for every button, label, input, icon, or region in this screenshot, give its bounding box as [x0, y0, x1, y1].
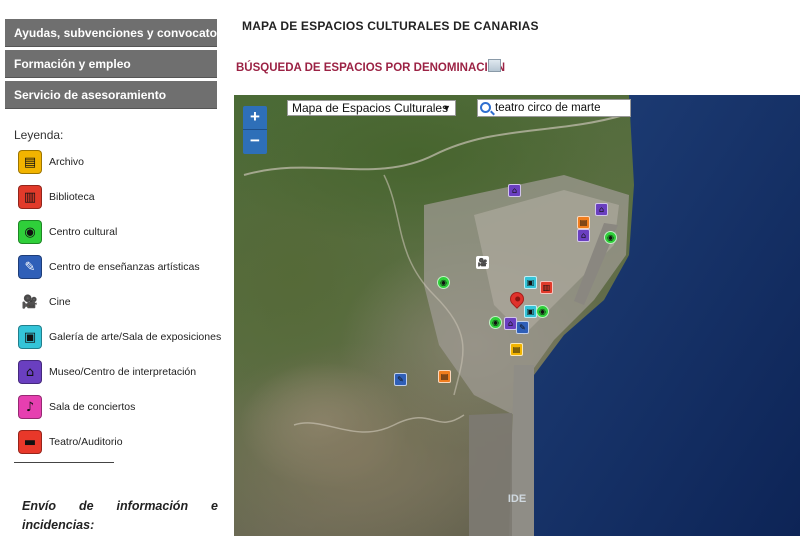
- picture-icon: ▣: [18, 325, 42, 349]
- map-zoom-control: + −: [243, 106, 267, 154]
- sidebar: Ayudas, subvenciones y convocatorias For…: [0, 0, 225, 548]
- cultural-center-marker[interactable]: ◉: [489, 316, 502, 329]
- legend-item-galeria: ▣ Galería de arte/Sala de exposiciones: [18, 324, 223, 352]
- search-heading: BÚSQUEDA DE ESPACIOS POR DENOMINACIÓN: [236, 62, 505, 74]
- stage-icon: ▬: [18, 430, 42, 454]
- archive-icon: ▤: [18, 150, 42, 174]
- legend-label: Biblioteca: [49, 191, 95, 203]
- legend-item-conciertos: ♪ Sala de conciertos: [18, 394, 223, 422]
- page-title: MAPA DE ESPACIOS CULTURALES DE CANARIAS: [242, 19, 539, 33]
- archive-marker[interactable]: ▤: [510, 343, 523, 356]
- legend-label: Archivo: [49, 156, 85, 168]
- map-layer-select-value: Mapa de Espacios Culturales: [292, 101, 449, 115]
- map-search-value: teatro circo de marte: [495, 102, 601, 114]
- museum-icon: ⌂: [18, 360, 42, 384]
- image-icon[interactable]: [488, 59, 501, 72]
- gallery-marker[interactable]: ▣: [524, 276, 537, 289]
- cultural-center-marker[interactable]: ◉: [536, 305, 549, 318]
- legend-label: Teatro/Auditorio: [49, 436, 123, 448]
- map-provider-logo: IDE: [507, 493, 527, 505]
- museum-marker[interactable]: ⌂: [595, 203, 608, 216]
- library-marker[interactable]: ▥: [540, 281, 553, 294]
- legend-item-archivo: ▤ Archivo: [18, 149, 223, 177]
- film-camera-icon: 🎥: [18, 290, 42, 314]
- legend-label: Centro cultural: [49, 226, 118, 238]
- brush-icon: ✎: [18, 255, 42, 279]
- nav-formacion-button[interactable]: Formación y empleo: [5, 50, 217, 78]
- cultural-center-marker[interactable]: ◉: [437, 276, 450, 289]
- legend-label: Museo/Centro de interpretación: [49, 366, 197, 378]
- map[interactable]: + − Mapa de Espacios Culturales ▼ teatro…: [234, 95, 800, 536]
- archive-marker[interactable]: ▤: [438, 370, 451, 383]
- separator: [14, 462, 114, 463]
- map-search-input[interactable]: teatro circo de marte: [477, 99, 631, 117]
- music-note-icon: ♪: [18, 395, 42, 419]
- map-satellite-terrain: [243, 95, 800, 536]
- art-school-marker[interactable]: ✎: [394, 373, 407, 386]
- nav-asesoramiento-button[interactable]: Servicio de asesoramiento: [5, 81, 217, 109]
- legend-label: Centro de enseñanzas artísticas: [49, 261, 200, 273]
- search-icon: [480, 102, 491, 113]
- archive-marker[interactable]: ▤: [577, 216, 590, 229]
- legend-label: Galería de arte/Sala de exposiciones: [49, 331, 222, 343]
- legend-title: Leyenda:: [14, 128, 64, 142]
- legend-label: Cine: [49, 296, 71, 308]
- legend-item-biblioteca: ▥ Biblioteca: [18, 184, 223, 212]
- cinema-marker[interactable]: 🎥: [476, 256, 489, 269]
- legend-item-museo: ⌂ Museo/Centro de interpretación: [18, 359, 223, 387]
- legend-item-ensenanzas: ✎ Centro de enseñanzas artísticas: [18, 254, 223, 282]
- cultural-center-marker[interactable]: ◉: [604, 231, 617, 244]
- nav-ayudas-button[interactable]: Ayudas, subvenciones y convocatorias: [5, 19, 217, 47]
- book-icon: ▥: [18, 185, 42, 209]
- chevron-down-icon: ▼: [442, 103, 451, 113]
- zoom-in-button[interactable]: +: [243, 106, 267, 130]
- art-school-marker[interactable]: ✎: [516, 321, 529, 334]
- museum-marker[interactable]: ⌂: [577, 229, 590, 242]
- target-icon: ◉: [18, 220, 42, 244]
- legend-item-cine: 🎥 Cine: [18, 289, 223, 317]
- envio-info-heading[interactable]: Envío de información e incidencias:: [22, 497, 218, 535]
- map-layer-select[interactable]: Mapa de Espacios Culturales ▼: [287, 100, 456, 116]
- legend-item-teatro: ▬ Teatro/Auditorio: [18, 429, 223, 457]
- legend-label: Sala de conciertos: [49, 401, 136, 413]
- zoom-out-button[interactable]: −: [243, 130, 267, 154]
- museum-marker[interactable]: ⌂: [508, 184, 521, 197]
- legend-item-centro-cultural: ◉ Centro cultural: [18, 219, 223, 247]
